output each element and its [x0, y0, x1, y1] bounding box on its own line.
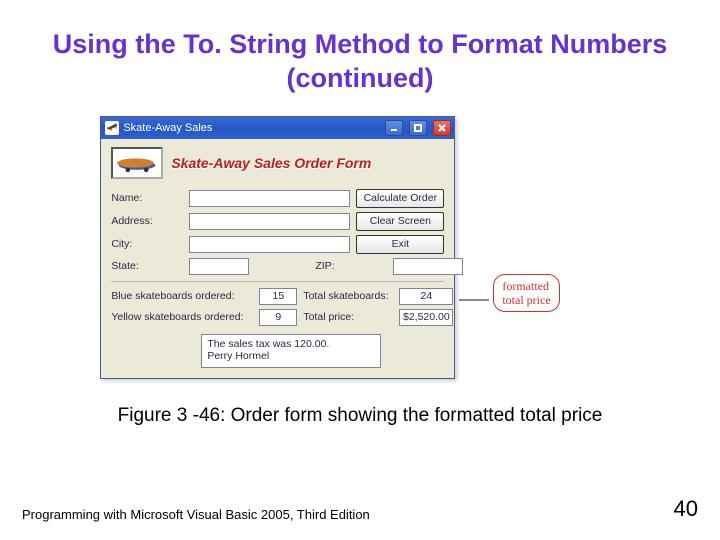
clear-button[interactable]: Clear Screen — [356, 212, 444, 231]
form-title: Skate-Away Sales Order Form — [171, 155, 371, 171]
name-input[interactable] — [189, 190, 350, 207]
app-window: 🛹 Skate-Away Sales Skate-Away Sales Orde… — [100, 116, 455, 379]
form-banner: Skate-Away Sales Order Form — [111, 147, 444, 179]
zip-label: ZIP: — [315, 260, 387, 272]
minimize-button[interactable] — [385, 120, 403, 136]
annotation-bubble: formatted total price — [493, 274, 559, 313]
titlebar: 🛹 Skate-Away Sales — [101, 117, 454, 139]
state-input[interactable] — [189, 258, 249, 275]
message-line2: Perry Hormel — [207, 350, 375, 363]
window-title: Skate-Away Sales — [123, 122, 379, 134]
message-line1: The sales tax was 120.00. — [207, 338, 375, 351]
blue-input[interactable]: 15 — [259, 288, 297, 305]
annotation-connector — [459, 299, 489, 301]
annotation-text-2: total price — [502, 293, 550, 307]
separator — [111, 281, 444, 282]
total-sb-output: 24 — [399, 288, 453, 305]
app-icon: 🛹 — [105, 121, 119, 135]
footer-text: Programming with Microsoft Visual Basic … — [22, 507, 370, 522]
maximize-button[interactable] — [409, 120, 427, 136]
yellow-label: Yellow skateboards ordered: — [111, 311, 253, 323]
city-label: City: — [111, 238, 183, 250]
close-button[interactable] — [433, 120, 451, 136]
total-price-output: $2,520.00 — [399, 309, 453, 326]
slide-footer: Programming with Microsoft Visual Basic … — [22, 496, 698, 522]
message-output: The sales tax was 120.00. Perry Hormel — [201, 334, 381, 368]
calculate-button[interactable]: Calculate Order — [356, 189, 444, 208]
exit-button[interactable]: Exit — [356, 235, 444, 254]
slide-title: Using the To. String Method to Format Nu… — [0, 0, 720, 102]
state-label: State: — [111, 260, 183, 272]
page-number: 40 — [674, 496, 698, 522]
blue-label: Blue skateboards ordered: — [111, 290, 253, 302]
total-sb-label: Total skateboards: — [303, 290, 393, 302]
name-label: Name: — [111, 192, 183, 204]
yellow-input[interactable]: 9 — [259, 309, 297, 326]
figure-caption: Figure 3 -46: Order form showing the for… — [0, 405, 720, 427]
total-price-label: Total price: — [303, 311, 393, 323]
address-label: Address: — [111, 215, 183, 227]
form-client-area: Skate-Away Sales Order Form Name: Calcul… — [101, 139, 454, 378]
zip-input[interactable] — [393, 258, 463, 275]
address-input[interactable] — [189, 213, 350, 230]
annotation-text-1: formatted — [502, 279, 550, 293]
skateboard-icon — [111, 147, 163, 179]
city-input[interactable] — [189, 236, 350, 253]
figure: 🛹 Skate-Away Sales Skate-Away Sales Orde… — [0, 116, 690, 379]
